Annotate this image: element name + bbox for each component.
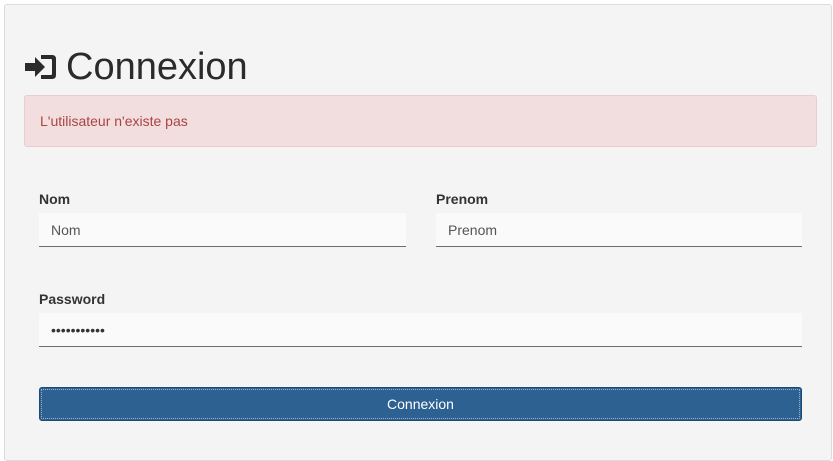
password-label: Password bbox=[39, 291, 106, 307]
nom-input[interactable]: Nom bbox=[39, 213, 406, 247]
nom-label: Nom bbox=[39, 191, 71, 207]
error-alert: L'utilisateur n'existe pas bbox=[24, 95, 817, 147]
error-alert-message: L'utilisateur n'existe pas bbox=[40, 113, 188, 129]
page-title: Connexion bbox=[24, 45, 248, 89]
prenom-label: Prenom bbox=[436, 191, 489, 207]
page-title-text: Connexion bbox=[66, 46, 248, 88]
connexion-button-label: Connexion bbox=[387, 396, 454, 412]
sign-in-icon bbox=[24, 53, 57, 81]
prenom-input-placeholder: Prenom bbox=[448, 221, 498, 238]
connexion-button[interactable]: Connexion bbox=[39, 387, 802, 421]
nom-input-placeholder: Nom bbox=[51, 221, 81, 238]
password-input[interactable]: ••••••••••• bbox=[39, 313, 802, 347]
password-value: ••••••••••• bbox=[51, 321, 105, 338]
login-panel: Connexion L'utilisateur n'existe pas Nom… bbox=[4, 4, 832, 461]
prenom-input[interactable]: Prenom bbox=[436, 213, 802, 247]
